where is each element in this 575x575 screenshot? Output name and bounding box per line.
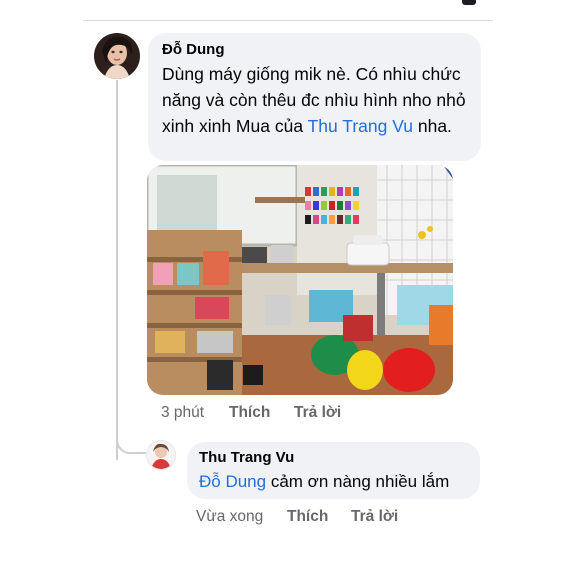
top-divider [83,20,493,21]
reply-text-body: cảm ơn nàng nhiều lắm [266,472,450,491]
avatar-photo-icon [94,33,140,79]
reply-like-button[interactable]: Thích [287,508,328,526]
comment-time[interactable]: 3 phút [161,404,204,422]
comment-text-end: nha. [413,116,452,136]
comment-text: Dùng máy giống mik nè. Có nhìu chức năng… [162,61,467,139]
reply-author[interactable]: Thu Trang Vu [199,449,468,467]
reply-text: Đỗ Dung cảm ơn nàng nhiều lắm [199,470,468,494]
thread-connector [116,420,146,454]
comment-photo[interactable] [147,165,453,395]
reply-mention-link[interactable]: Đỗ Dung [199,472,266,491]
craft-room-photo [147,165,453,395]
comment-bubble: Đỗ Dung Dùng máy giống mik nè. Có nhìu c… [148,33,481,161]
thread-line [116,80,118,460]
avatar[interactable] [94,33,140,79]
comment-author[interactable]: Đỗ Dung [162,41,467,59]
reply-time[interactable]: Vừa xong [196,508,263,526]
mention-link[interactable]: Thu Trang Vu [308,116,413,136]
reply-reply-button[interactable]: Trả lời [351,508,398,526]
avatar-photo-icon [147,441,175,469]
like-button[interactable]: Thích [229,404,270,422]
reply-button[interactable]: Trả lời [294,404,341,422]
reply-bubble: Thu Trang Vu Đỗ Dung cảm ơn nàng nhiều l… [187,442,480,499]
reply-avatar[interactable] [146,440,176,470]
chevron-down-icon[interactable] [462,0,476,5]
